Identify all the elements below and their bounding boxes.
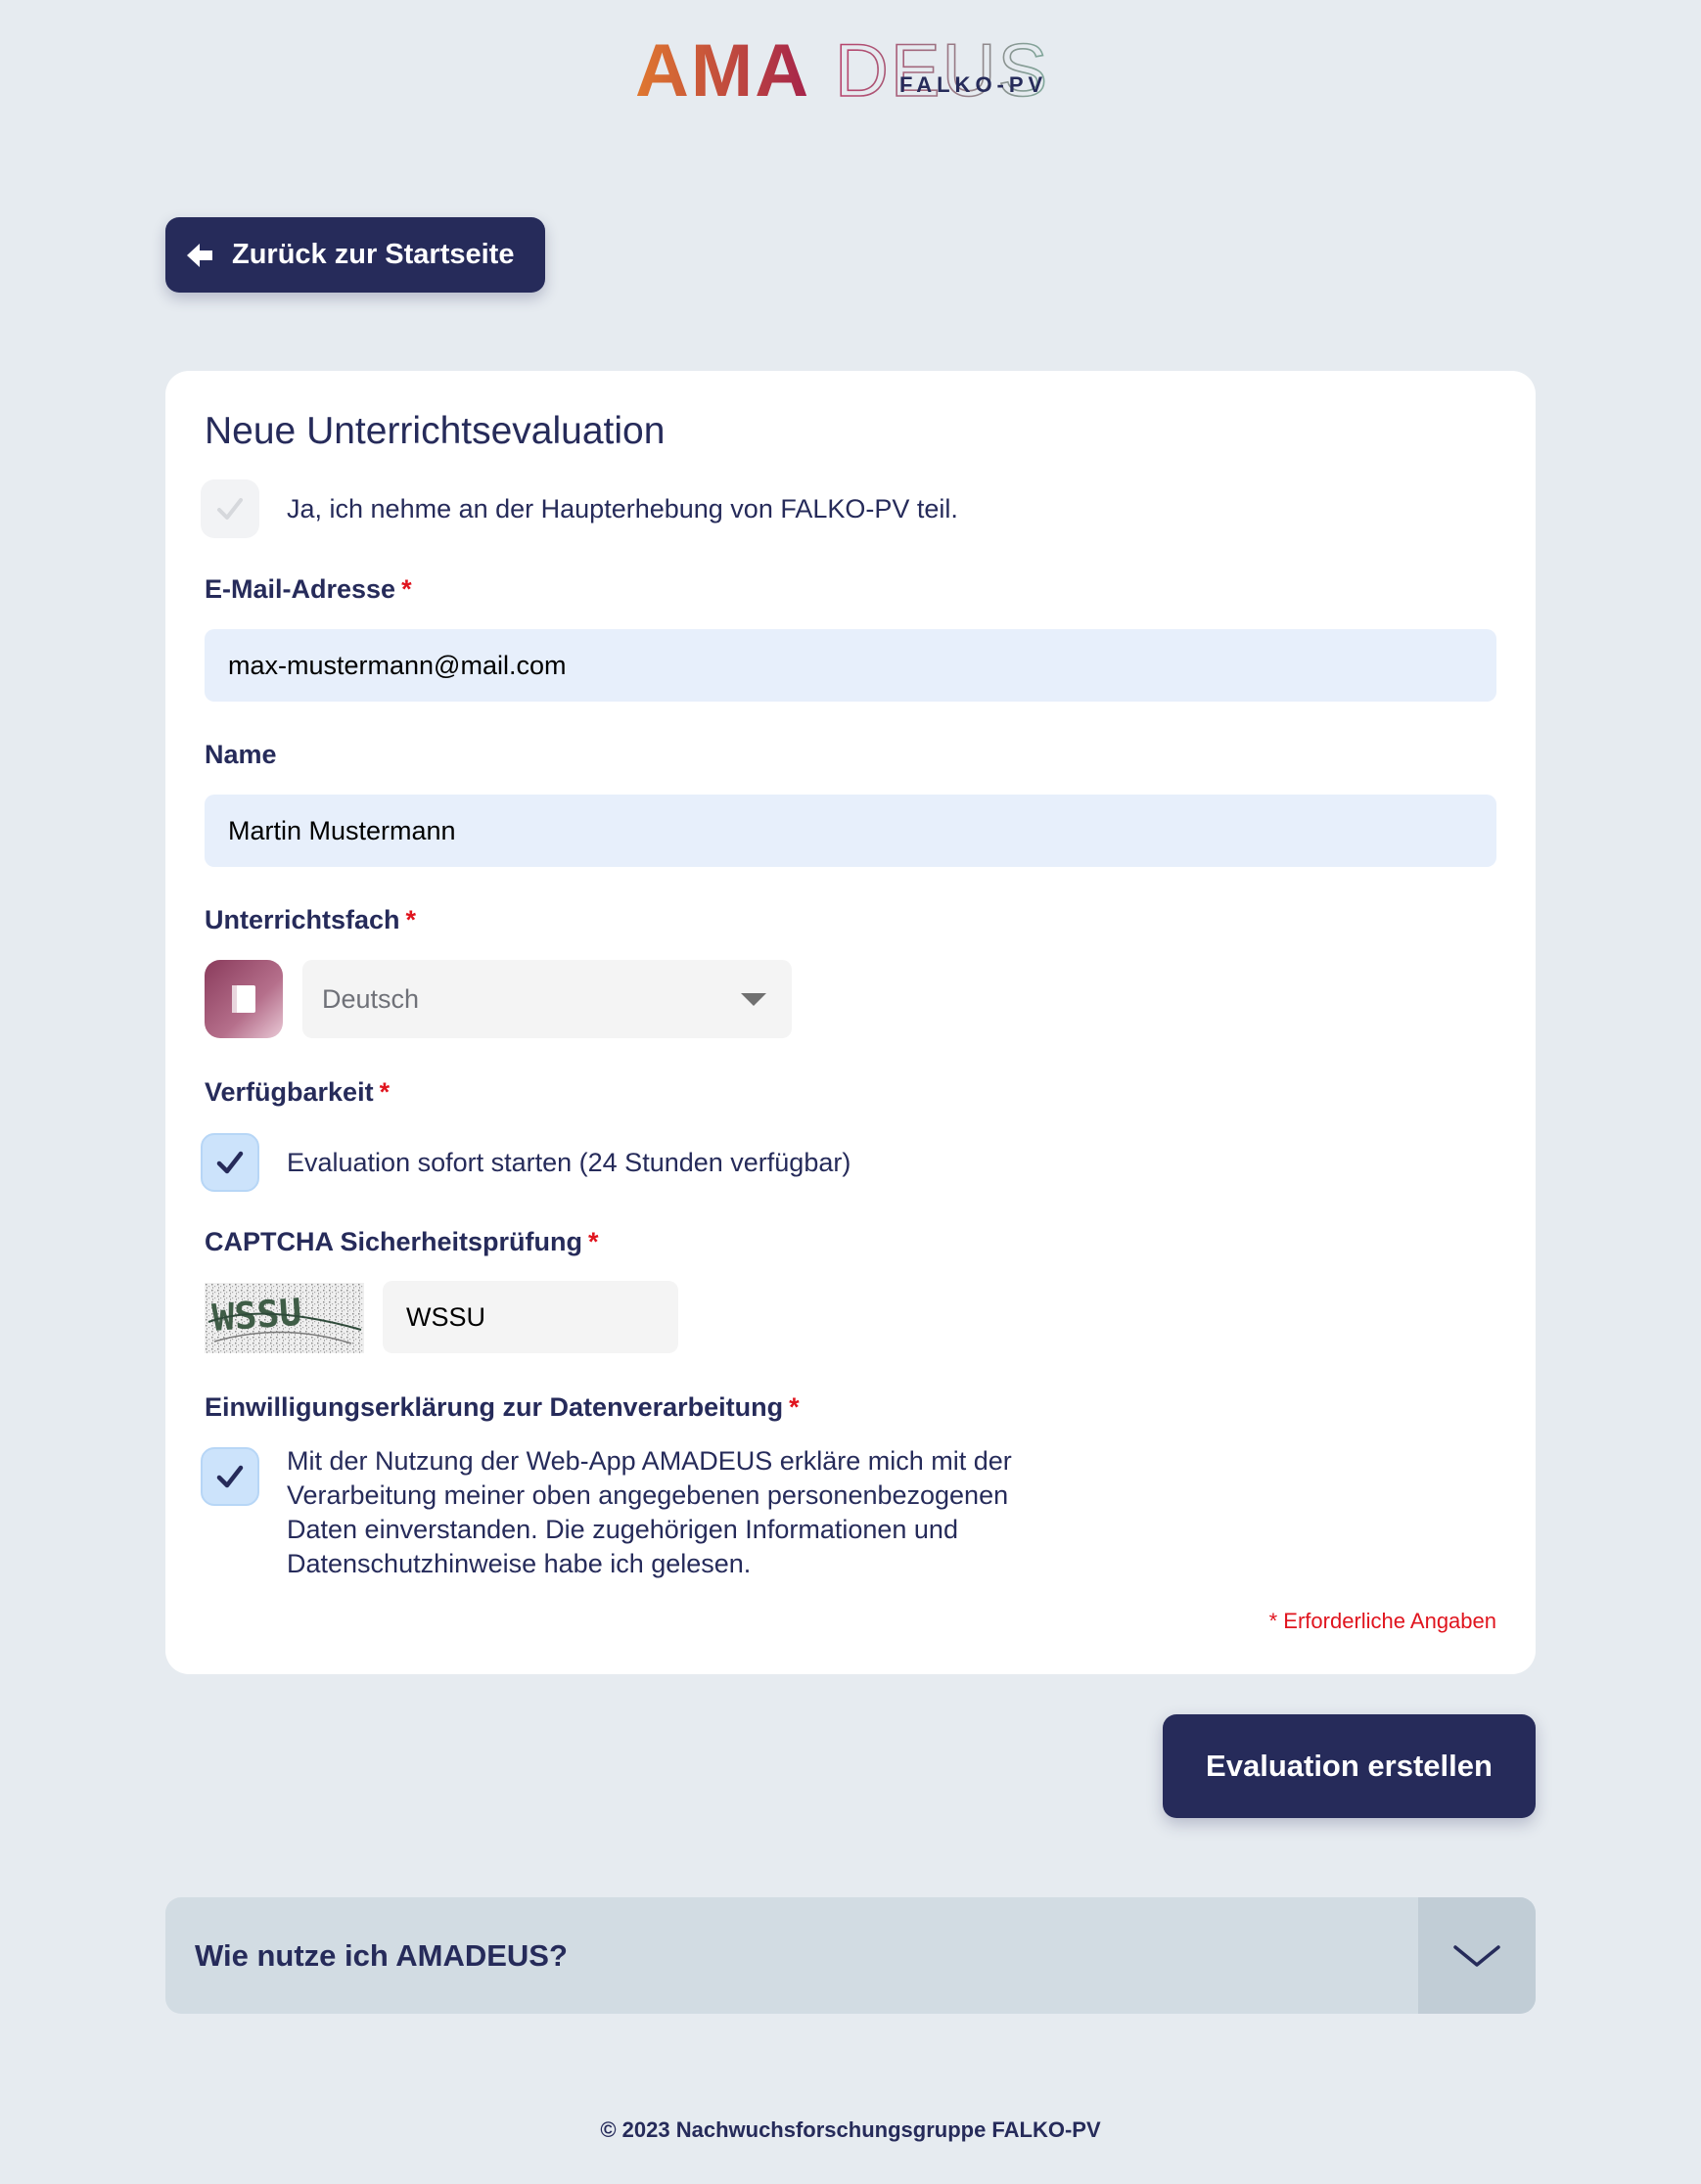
how-to-use-accordion[interactable]: Wie nutze ich AMADEUS? (165, 1897, 1536, 2014)
required-mark: * (588, 1227, 599, 1256)
consent-checkbox[interactable] (201, 1447, 259, 1506)
evaluation-form-card: Neue Unterrichtsevaluation Ja, ich nehme… (165, 371, 1536, 1674)
logo-subtitle: FALKO-PV (899, 72, 1048, 97)
check-icon (216, 1151, 244, 1174)
name-label: Name (205, 740, 277, 769)
main-survey-checkbox[interactable] (201, 479, 259, 538)
availability-checkbox[interactable] (201, 1133, 259, 1192)
availability-option-label: Evaluation sofort starten (24 Stunden ve… (287, 1148, 851, 1177)
logo-bold-part: AMA (635, 29, 810, 112)
check-icon (216, 1465, 244, 1488)
name-field[interactable]: Martin Mustermann (205, 795, 1496, 867)
logo-light-part: DEUS (835, 29, 1049, 112)
back-to-home-button[interactable]: Zurück zur Startseite (165, 217, 545, 293)
chevron-down-icon (1453, 1944, 1500, 1967)
chevron-down-icon (741, 993, 766, 1006)
create-evaluation-button[interactable]: Evaluation erstellen (1163, 1714, 1536, 1818)
required-mark: * (789, 1392, 800, 1422)
main-survey-label: Ja, ich nehme an der Haupterhebung von F… (287, 494, 958, 523)
back-button-label: Zurück zur Startseite (232, 239, 515, 270)
accordion-title: Wie nutze ich AMADEUS? (195, 1938, 568, 1973)
required-mark: * (401, 574, 412, 604)
email-field[interactable]: max-mustermann@mail.com (205, 629, 1496, 702)
subject-select[interactable]: Deutsch (302, 960, 792, 1038)
captcha-label: CAPTCHA Sicherheitsprüfung * (205, 1227, 599, 1256)
consent-text: Mit der Nutzung der Web-App AMADEUS erkl… (287, 1446, 1012, 1578)
email-label: E-Mail-Adresse * (205, 574, 412, 604)
check-icon (217, 498, 243, 520)
book-icon (205, 960, 283, 1038)
footer-copyright: © 2023 Nachwuchsforschungsgruppe FALKO-P… (600, 2117, 1101, 2142)
subject-label: Unterrichtsfach * (205, 905, 417, 934)
consent-label: Einwilligungserklärung zur Datenverarbei… (205, 1392, 800, 1422)
accordion-toggle[interactable] (1418, 1897, 1536, 2014)
subject-selected-value: Deutsch (322, 984, 420, 1014)
required-fields-note: * Erforderliche Angaben (1268, 1609, 1496, 1633)
arrow-left-icon (187, 243, 212, 267)
availability-label: Verfügbarkeit * (205, 1077, 391, 1107)
required-mark: * (405, 905, 417, 934)
app-logo: AMA DEUS (0, 29, 1701, 116)
required-mark: * (379, 1077, 391, 1107)
form-title: Neue Unterrichtsevaluation (205, 410, 666, 452)
captcha-image: WSSU (205, 1283, 364, 1353)
captcha-input[interactable]: WSSU (383, 1281, 678, 1353)
logo-wordmark: AMA DEUS (635, 29, 1049, 112)
